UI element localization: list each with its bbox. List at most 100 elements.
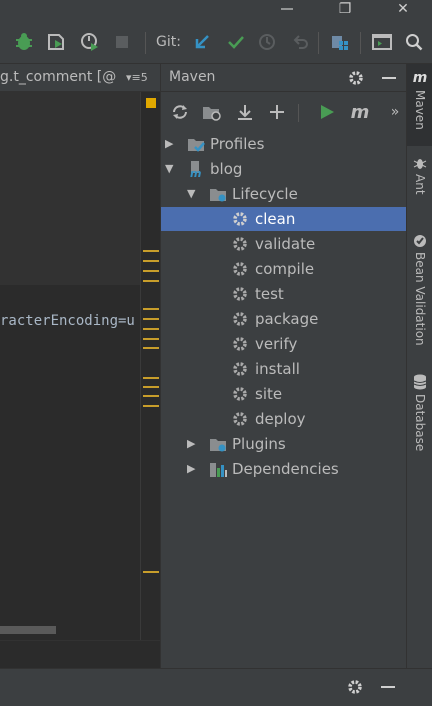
editor-tab-label[interactable]: g.t_comment [@: [0, 69, 116, 85]
warning-mark[interactable]: [143, 250, 159, 252]
tree-item-label: test: [255, 285, 284, 303]
debug-button[interactable]: [12, 30, 36, 54]
bottom-settings-button[interactable]: [346, 678, 364, 700]
terminal-icon: [372, 34, 392, 50]
tree-item-label: Lifecycle: [232, 185, 298, 203]
tree-item-plugins[interactable]: ▶ Plugins: [161, 432, 407, 456]
chevron-down-icon[interactable]: ▼: [187, 187, 197, 201]
tree-item-label: blog: [210, 160, 243, 178]
chevron-down-icon[interactable]: ▼: [165, 162, 175, 176]
tree-item-dependencies[interactable]: ▶ Dependencies: [161, 457, 407, 481]
maven-toolbar: m »: [161, 94, 407, 130]
git-update-button[interactable]: [190, 30, 214, 54]
window-titlebar: ❐ ✕: [0, 0, 432, 22]
tree-item-label: deploy: [255, 410, 306, 428]
tree-item-package[interactable]: package: [161, 307, 407, 331]
tree-item-blog[interactable]: ▼ m blog: [161, 157, 407, 181]
warning-mark[interactable]: [143, 260, 159, 262]
warning-mark[interactable]: [143, 328, 159, 330]
profile-button[interactable]: [78, 30, 102, 54]
stop-icon: [116, 36, 128, 48]
chevron-right-icon[interactable]: ▶: [187, 437, 197, 451]
git-rollback-button[interactable]: [288, 30, 312, 54]
download-icon: [238, 105, 252, 120]
tree-item-deploy[interactable]: deploy: [161, 407, 407, 431]
dependencies-icon: [210, 463, 227, 477]
add-maven-project-button[interactable]: [265, 100, 289, 124]
editor-area[interactable]: racterEncoding=u: [0, 92, 160, 640]
tree-item-verify[interactable]: verify: [161, 332, 407, 356]
toolbar-separator: [145, 32, 146, 54]
maven-icon: m: [412, 70, 428, 86]
stripe-tab-bean-validation[interactable]: Bean Validation: [407, 234, 432, 364]
tree-item-validate[interactable]: validate: [161, 232, 407, 256]
horizontal-scrollbar[interactable]: [0, 626, 56, 634]
minimize-button[interactable]: [258, 0, 316, 18]
maven-title: Maven: [169, 69, 216, 85]
tree-item-label: clean: [255, 210, 296, 228]
tab-overflow-button[interactable]: ▾≡5: [126, 71, 148, 84]
settings-button[interactable]: [347, 69, 365, 91]
chevron-right-icon[interactable]: ▶: [187, 462, 197, 476]
minimize-icon: [281, 8, 293, 10]
stop-button[interactable]: [110, 30, 134, 54]
warning-mark[interactable]: [143, 386, 159, 388]
restore-button[interactable]: ❐: [316, 0, 374, 18]
run-with-coverage-button[interactable]: [44, 30, 68, 54]
git-history-button[interactable]: [255, 30, 279, 54]
gear-icon: [233, 262, 247, 276]
main-toolbar: Git:: [0, 22, 432, 64]
warning-mark[interactable]: [143, 280, 159, 282]
warning-mark[interactable]: [143, 571, 159, 573]
gear-icon: [233, 212, 247, 226]
hide-button[interactable]: [381, 69, 397, 91]
tree-item-test[interactable]: test: [161, 282, 407, 306]
stripe-tab-database[interactable]: Database: [407, 374, 432, 484]
project-structure-icon: [332, 36, 348, 50]
more-actions-button[interactable]: »: [383, 100, 407, 124]
bean-validation-icon: [414, 235, 426, 247]
stripe-tab-label: Ant: [413, 174, 427, 195]
tree-item-clean[interactable]: clean: [161, 207, 407, 231]
maven-tool-window: Maven m » ▶ Profiles ▼ m blog ▼ Lifecycl…: [160, 64, 407, 668]
run-icon: [321, 105, 334, 119]
warning-mark[interactable]: [143, 318, 159, 320]
stripe-tab-ant[interactable]: Ant: [407, 156, 432, 220]
project-structure-button[interactable]: [328, 30, 352, 54]
run-maven-build-button[interactable]: [315, 100, 339, 124]
run-with-coverage-icon: [48, 34, 64, 50]
tree-item-profiles[interactable]: ▶ Profiles: [161, 132, 407, 156]
plus-icon: [270, 105, 284, 119]
bottom-hide-button[interactable]: [380, 678, 396, 700]
search-button[interactable]: [402, 30, 426, 54]
generate-sources-button[interactable]: [200, 100, 224, 124]
code-line[interactable]: racterEncoding=u: [0, 313, 135, 329]
warning-mark[interactable]: [143, 405, 159, 407]
execute-maven-goal-button[interactable]: m: [348, 100, 372, 124]
tree-item-compile[interactable]: compile: [161, 257, 407, 281]
tree-item-install[interactable]: install: [161, 357, 407, 381]
tree-item-label: verify: [255, 335, 298, 353]
reload-button[interactable]: [168, 100, 192, 124]
warning-mark[interactable]: [143, 347, 159, 349]
gear-icon: [233, 312, 247, 326]
close-window-button[interactable]: ✕: [374, 0, 432, 18]
warning-mark[interactable]: [143, 308, 159, 310]
warning-mark[interactable]: [143, 270, 159, 272]
stripe-tab-maven[interactable]: m Maven: [407, 64, 432, 146]
maven-header: Maven: [161, 64, 407, 92]
gear-icon: [233, 362, 247, 376]
gear-icon: [233, 337, 247, 351]
git-commit-button[interactable]: [224, 30, 248, 54]
terminal-button[interactable]: [370, 30, 394, 54]
tree-item-site[interactable]: site: [161, 382, 407, 406]
warning-indicator-icon[interactable]: [146, 98, 156, 108]
warning-mark[interactable]: [143, 395, 159, 397]
ant-icon: [413, 159, 427, 169]
download-sources-button[interactable]: [233, 100, 257, 124]
tree-item-lifecycle[interactable]: ▼ Lifecycle: [161, 182, 407, 206]
svg-text:m: m: [190, 167, 201, 178]
warning-mark[interactable]: [143, 338, 159, 340]
chevron-right-icon[interactable]: ▶: [165, 137, 175, 151]
warning-mark[interactable]: [143, 377, 159, 379]
